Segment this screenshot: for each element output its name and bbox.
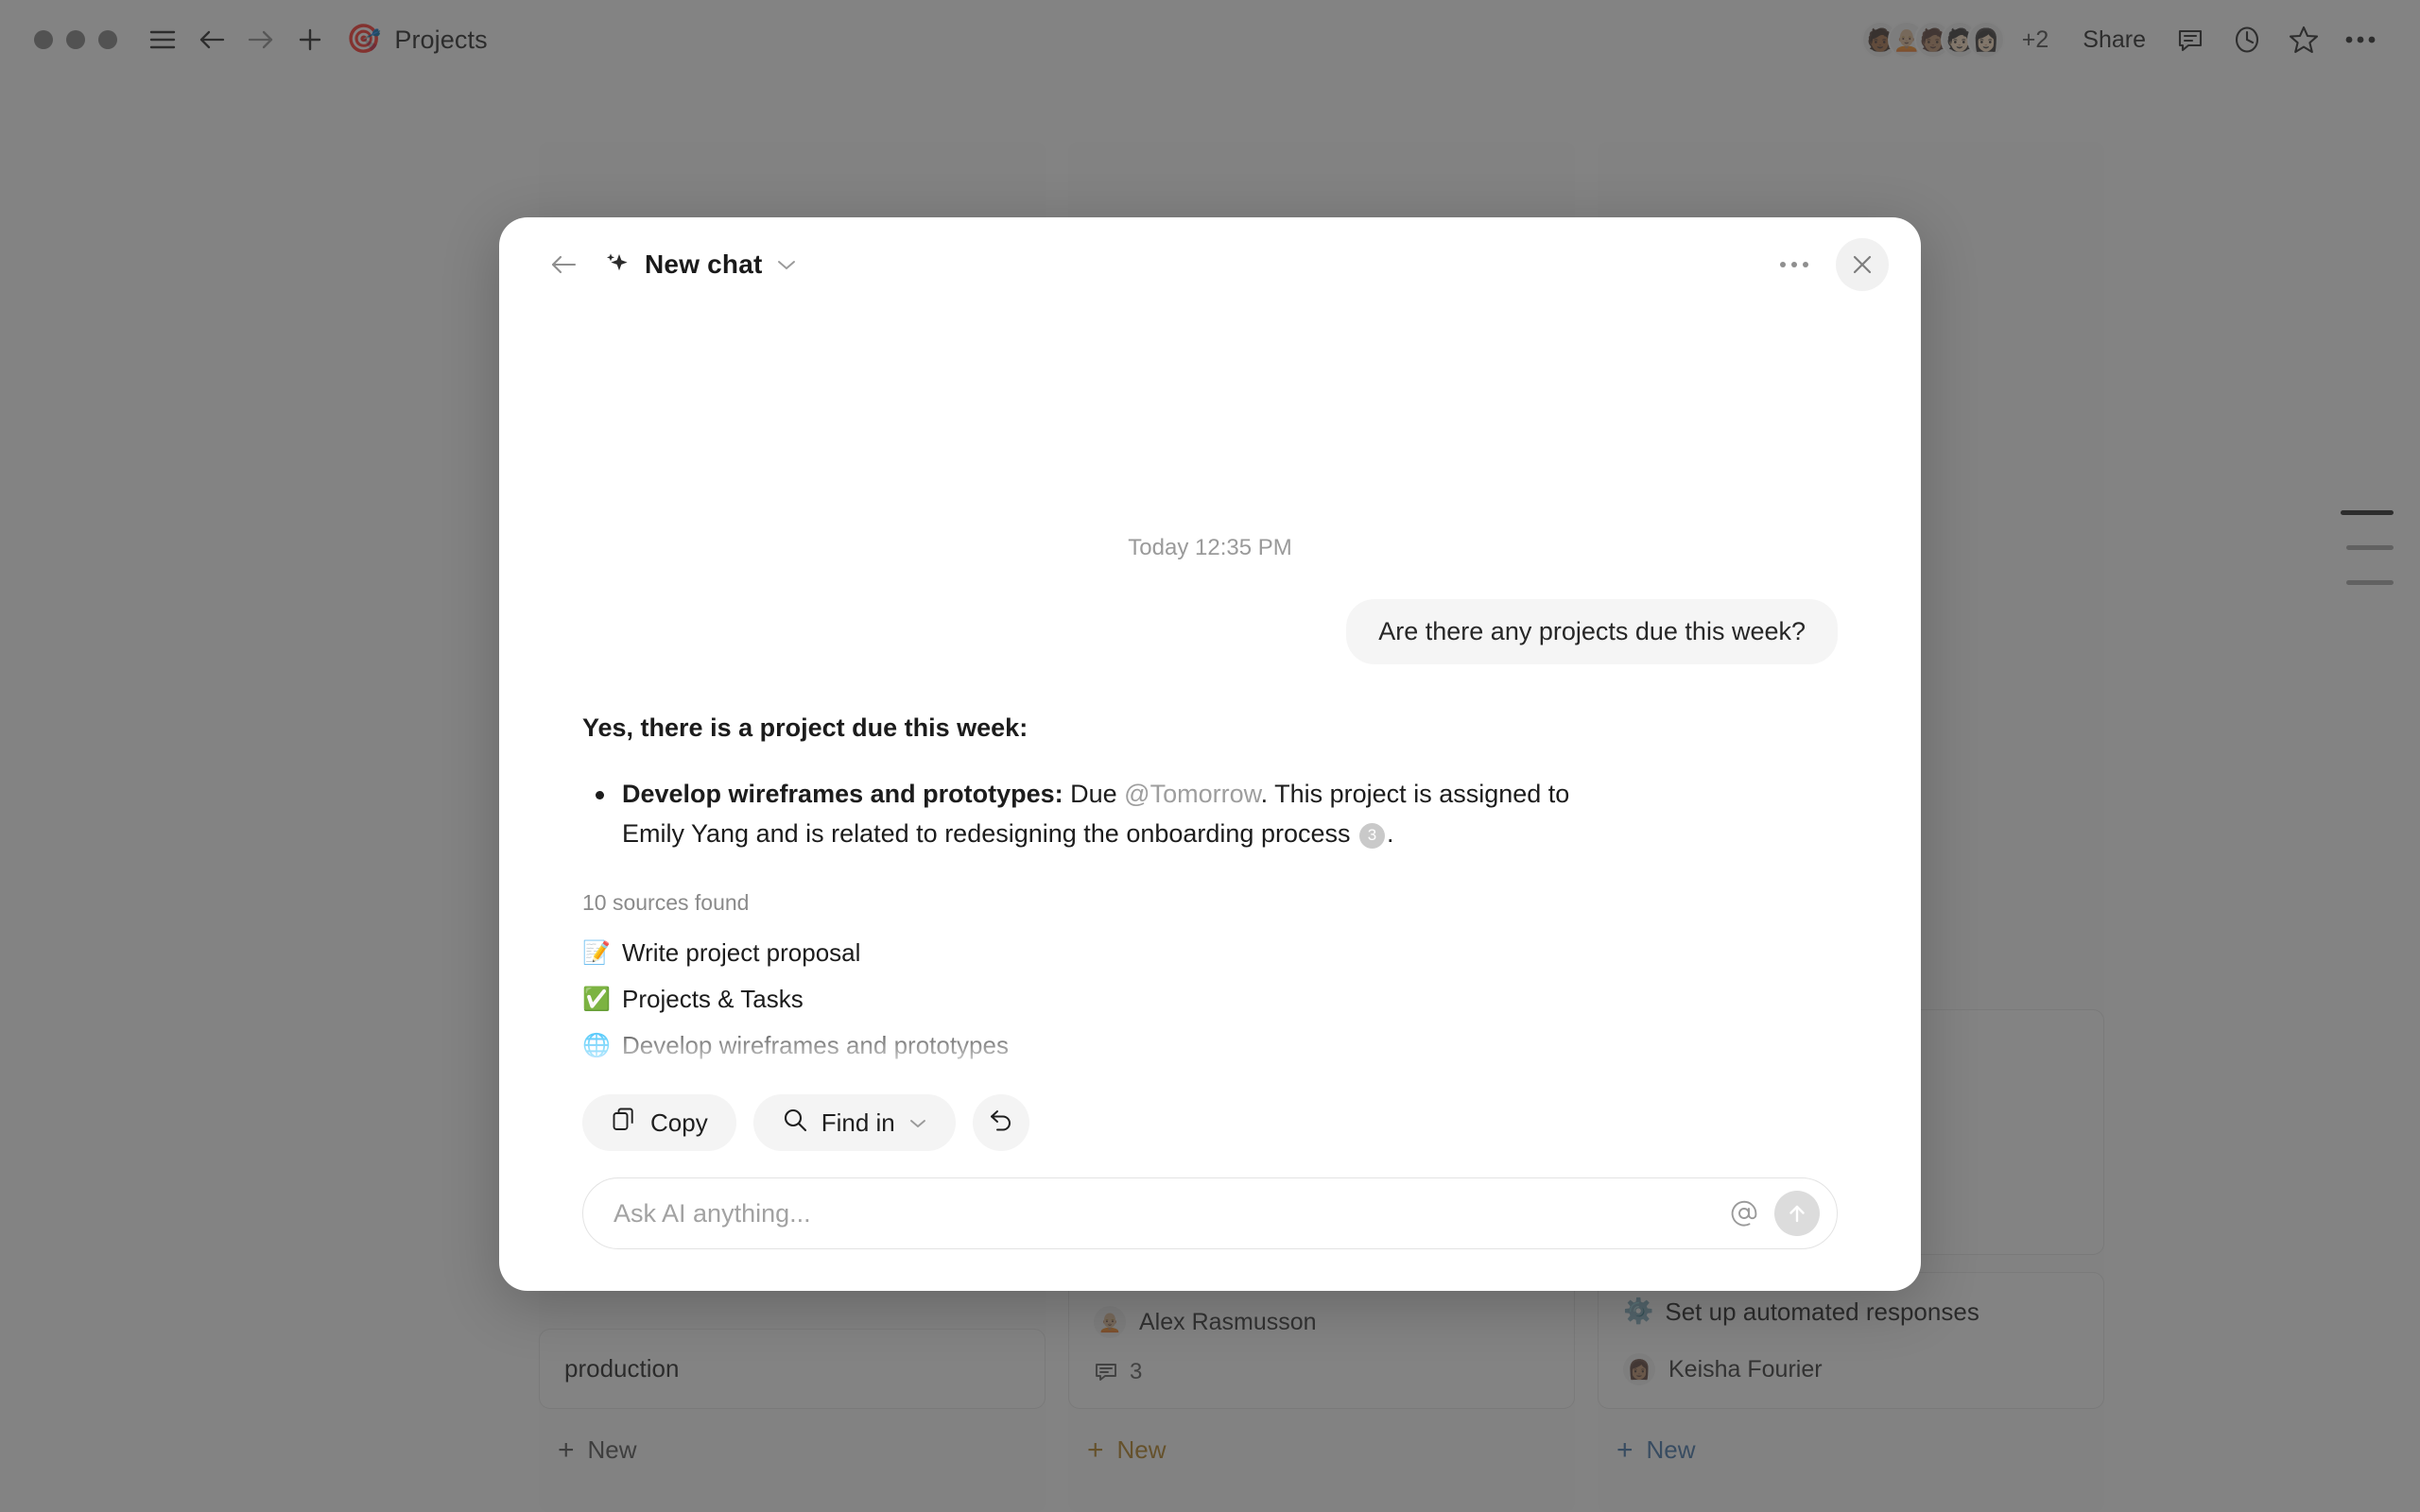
- find-in-button[interactable]: Find in: [752, 1094, 956, 1151]
- source-label: Write project proposal: [622, 938, 861, 967]
- find-in-label: Find in: [821, 1108, 895, 1137]
- bullet-pre-text: Due: [1063, 780, 1125, 809]
- at-icon[interactable]: [1721, 1191, 1767, 1236]
- bullet-bold-label: Develop wireframes and prototypes:: [622, 780, 1063, 809]
- response-actions: Copy Find in: [499, 1077, 1921, 1151]
- chat-title: New chat: [645, 249, 763, 279]
- conversation-timestamp: Today 12:35 PM: [1128, 535, 1292, 561]
- composer-container: [499, 1151, 1921, 1291]
- modal-header-actions: [1768, 238, 1889, 291]
- source-item[interactable]: 📝 Write project proposal: [582, 933, 1838, 973]
- chevron-down-icon: [776, 258, 797, 271]
- page-icon: 📝: [582, 939, 611, 966]
- source-item[interactable]: ✅ Projects & Tasks: [582, 979, 1838, 1020]
- copy-button[interactable]: Copy: [582, 1094, 736, 1151]
- sources-list: 📝 Write project proposal ✅ Projects & Ta…: [582, 933, 1838, 1077]
- citation-badge[interactable]: 3: [1359, 822, 1385, 849]
- close-icon[interactable]: [1836, 238, 1889, 291]
- bullet-tail: .: [1387, 819, 1394, 849]
- ai-sparkle-icon: [603, 250, 631, 279]
- conversation-area: Today 12:35 PM Are there any projects du…: [499, 312, 1921, 1077]
- back-icon[interactable]: [539, 240, 588, 289]
- ai-chat-modal: New chat Today 12:35 PM Are there any pr…: [499, 217, 1921, 1291]
- ai-response-list: Develop wireframes and prototypes: Due @…: [582, 775, 1838, 854]
- chat-title-button[interactable]: New chat: [603, 249, 797, 280]
- sources-count-label: 10 sources found: [582, 890, 750, 915]
- mention-chip[interactable]: @Tomorrow: [1124, 780, 1260, 808]
- ai-response: Yes, there is a project due this week: D…: [582, 713, 1838, 1077]
- source-item[interactable]: 🌐 Develop wireframes and prototypes: [582, 1025, 1838, 1066]
- composer[interactable]: [582, 1177, 1838, 1249]
- user-message-row: Are there any projects due this week?: [582, 599, 1838, 665]
- ellipsis-icon[interactable]: [1768, 240, 1821, 289]
- retry-button[interactable]: [972, 1094, 1029, 1151]
- ai-response-lead: Yes, there is a project due this week:: [582, 713, 1028, 743]
- search-icon: [782, 1107, 808, 1140]
- send-button[interactable]: [1774, 1191, 1820, 1236]
- chevron-down-icon: [908, 1117, 927, 1129]
- source-label: Projects & Tasks: [622, 985, 804, 1013]
- copy-label: Copy: [650, 1108, 708, 1137]
- source-label: Develop wireframes and prototypes: [622, 1031, 1009, 1059]
- modal-header: New chat: [499, 217, 1921, 312]
- app-root: 🎯 Projects 🧑🏾 🧑🏼‍🦲 🧑🏽 🧑🏻 👩🏻 +2 Share: [0, 0, 2420, 1512]
- chat-input[interactable]: [614, 1198, 1721, 1228]
- undo-arrow-icon: [987, 1107, 1015, 1140]
- check-circle-icon: ✅: [582, 986, 611, 1012]
- copy-icon: [611, 1107, 637, 1140]
- user-message: Are there any projects due this week?: [1346, 599, 1838, 665]
- list-item: Develop wireframes and prototypes: Due @…: [582, 775, 1632, 854]
- globe-icon: 🌐: [582, 1032, 611, 1058]
